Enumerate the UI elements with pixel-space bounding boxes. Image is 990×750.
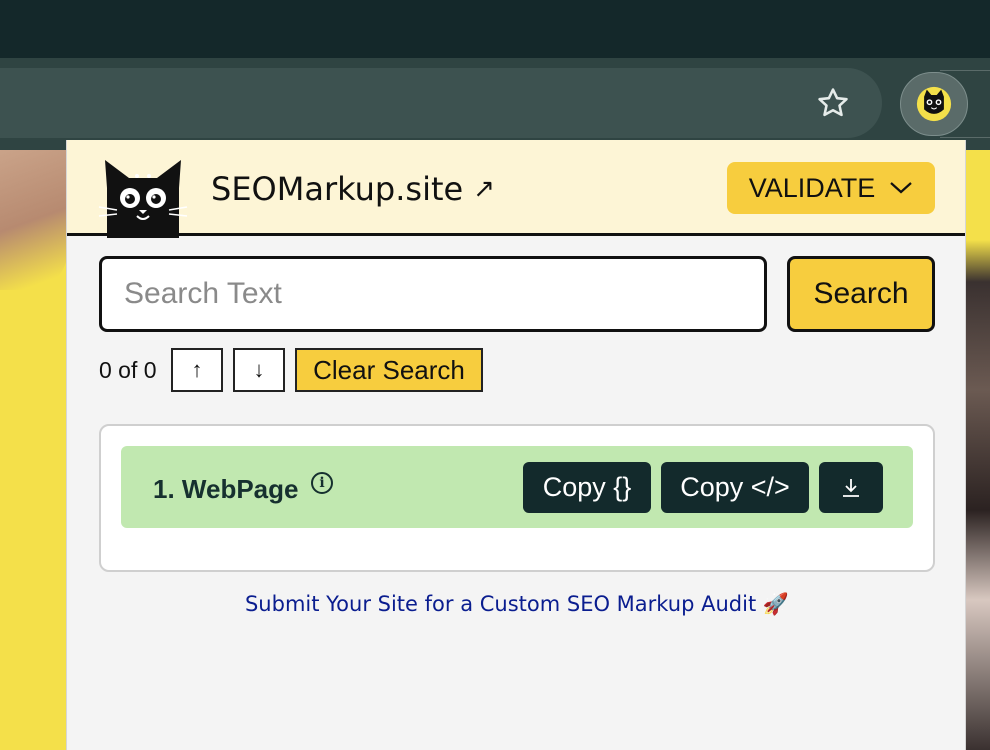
audit-link[interactable]: Submit Your Site for a Custom SEO Markup… <box>67 592 965 617</box>
extension-popup: SEOMarkup.site ↗ VALIDATE Search 0 of 0 … <box>66 140 966 750</box>
search-input[interactable] <box>99 256 767 332</box>
previous-match-button[interactable]: ↑ <box>171 348 223 392</box>
result-title: 1. WebPage <box>153 474 299 504</box>
address-bar[interactable] <box>0 68 882 138</box>
copy-html-button[interactable]: Copy </> <box>661 462 809 513</box>
validate-button[interactable]: VALIDATE <box>727 162 935 214</box>
page-hand-photo <box>0 150 68 290</box>
next-match-button[interactable]: ↓ <box>233 348 285 392</box>
search-button[interactable]: Search <box>787 256 935 332</box>
rocket-icon: 🚀 <box>762 592 790 616</box>
validate-label: VALIDATE <box>748 172 876 203</box>
black-cat-icon <box>916 86 952 122</box>
extension-button[interactable] <box>900 72 968 136</box>
arrow-up-icon: ↑ <box>191 357 203 382</box>
brand-name: SEOMarkup.site <box>211 170 464 208</box>
page-side-photo <box>966 150 990 750</box>
arrow-down-icon: ↓ <box>253 357 265 382</box>
brand-link[interactable]: SEOMarkup.site ↗ <box>211 170 495 208</box>
copy-json-button[interactable]: Copy {} <box>523 462 651 513</box>
external-arrow-icon: ↗ <box>473 174 495 204</box>
result-item[interactable]: 1. WebPage i Copy {} Copy </> <box>121 446 913 528</box>
info-icon[interactable]: i <box>311 472 333 494</box>
chevron-down-icon <box>890 182 913 194</box>
popup-header: SEOMarkup.site ↗ VALIDATE <box>67 140 965 238</box>
results-panel: 1. WebPage i Copy {} Copy </> <box>99 424 935 572</box>
download-button[interactable] <box>819 462 883 513</box>
clear-search-button[interactable]: Clear Search <box>295 348 483 392</box>
download-icon <box>843 478 859 497</box>
match-count: 0 of 0 <box>99 357 157 383</box>
star-outline-icon[interactable] <box>812 82 854 124</box>
black-cat-logo-icon <box>98 160 188 238</box>
audit-link-text: Submit Your Site for a Custom SEO Markup… <box>244 592 757 616</box>
browser-top-bar <box>0 0 990 58</box>
